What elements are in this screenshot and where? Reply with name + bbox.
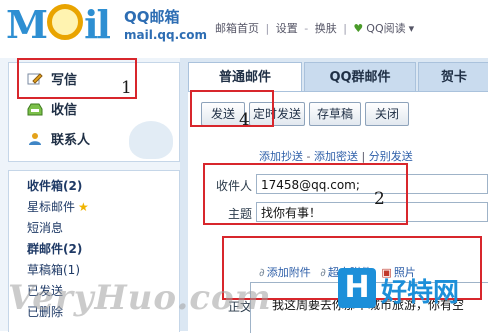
folder-starred[interactable]: 星标邮件 ★ xyxy=(27,198,89,215)
leaf-icon: ♥ xyxy=(353,22,364,35)
folder-group-mail[interactable]: 群邮件(2) xyxy=(27,240,82,257)
contacts-button[interactable]: 联系人 xyxy=(27,129,90,153)
header: Mil QQ邮箱 mail.qq.com 邮箱首页 | 设置 - 换肤 | ♥ Q… xyxy=(0,0,488,58)
star-icon: ★ xyxy=(78,200,89,214)
brand-name: QQ邮箱 xyxy=(124,8,180,26)
separator: | xyxy=(265,22,270,35)
tab-qq-group-mail[interactable]: QQ群邮件 xyxy=(304,62,416,93)
logo-text-right: il xyxy=(84,2,111,47)
save-draft-button[interactable]: 存草稿 xyxy=(309,102,361,126)
link-mail-home[interactable]: 邮箱首页 xyxy=(215,22,259,35)
link-settings[interactable]: 设置 xyxy=(276,22,298,35)
folder-label: 收件箱(2) xyxy=(27,179,83,193)
contacts-label: 联系人 xyxy=(51,133,91,148)
watermark-logo-icon: H xyxy=(338,268,376,308)
watermark-right: 好特网 xyxy=(381,278,460,308)
add-cc-link[interactable]: 添加抄送 xyxy=(259,150,303,163)
folder-sms[interactable]: 短消息 xyxy=(27,219,63,236)
logo-text-left: M xyxy=(6,2,48,47)
recipient-options: 添加抄送 - 添加密送 | 分别发送 xyxy=(259,148,413,164)
link-skin[interactable]: 换肤 xyxy=(315,22,337,35)
contacts-icon xyxy=(27,131,43,145)
dash: - xyxy=(306,150,311,163)
dash: - xyxy=(304,22,309,35)
qq-mail-logo[interactable]: Mil xyxy=(6,2,111,47)
close-button[interactable]: 关闭 xyxy=(365,102,409,126)
annotation-number-1: 1 xyxy=(121,78,132,98)
inbox-tray-icon xyxy=(27,101,43,116)
separator: | xyxy=(361,150,366,163)
top-links: 邮箱首页 | 设置 - 换肤 | ♥ QQ阅读 ▾ xyxy=(215,20,417,36)
annotation-box-compose xyxy=(17,58,137,99)
folder-label: 星标邮件 xyxy=(27,200,76,214)
folder-drafts[interactable]: 草稿箱(1) xyxy=(27,261,80,278)
folder-label: 群邮件(2) xyxy=(27,242,83,256)
inbox-button[interactable]: 收信 xyxy=(27,99,77,123)
penguin-mascot-icon xyxy=(129,121,173,159)
compose-tabs: 普通邮件 QQ群邮件 贺卡 xyxy=(188,62,488,93)
watermark-left: VeryHuo.com xyxy=(8,278,272,318)
link-qq-reading[interactable]: QQ阅读 xyxy=(366,22,405,35)
separator: | xyxy=(343,22,347,35)
brand-domain: mail.qq.com xyxy=(124,28,207,42)
tab-normal-mail[interactable]: 普通邮件 xyxy=(188,62,302,93)
folder-inbox[interactable]: 收件箱(2) xyxy=(27,177,82,194)
logo-envelope-icon xyxy=(47,4,84,40)
folder-label: 草稿箱(1) xyxy=(27,263,80,277)
folder-label: 短消息 xyxy=(27,221,64,235)
annotation-number-4: 4 xyxy=(239,110,250,130)
chevron-down-icon[interactable]: ▾ xyxy=(409,22,415,35)
annotation-number-2: 2 xyxy=(374,189,385,209)
tab-greeting-card[interactable]: 贺卡 xyxy=(418,62,488,93)
send-separately-link[interactable]: 分别发送 xyxy=(369,150,413,163)
add-bcc-link[interactable]: 添加密送 xyxy=(314,150,358,163)
inbox-label: 收信 xyxy=(51,103,78,118)
annotation-box-send xyxy=(190,90,274,127)
